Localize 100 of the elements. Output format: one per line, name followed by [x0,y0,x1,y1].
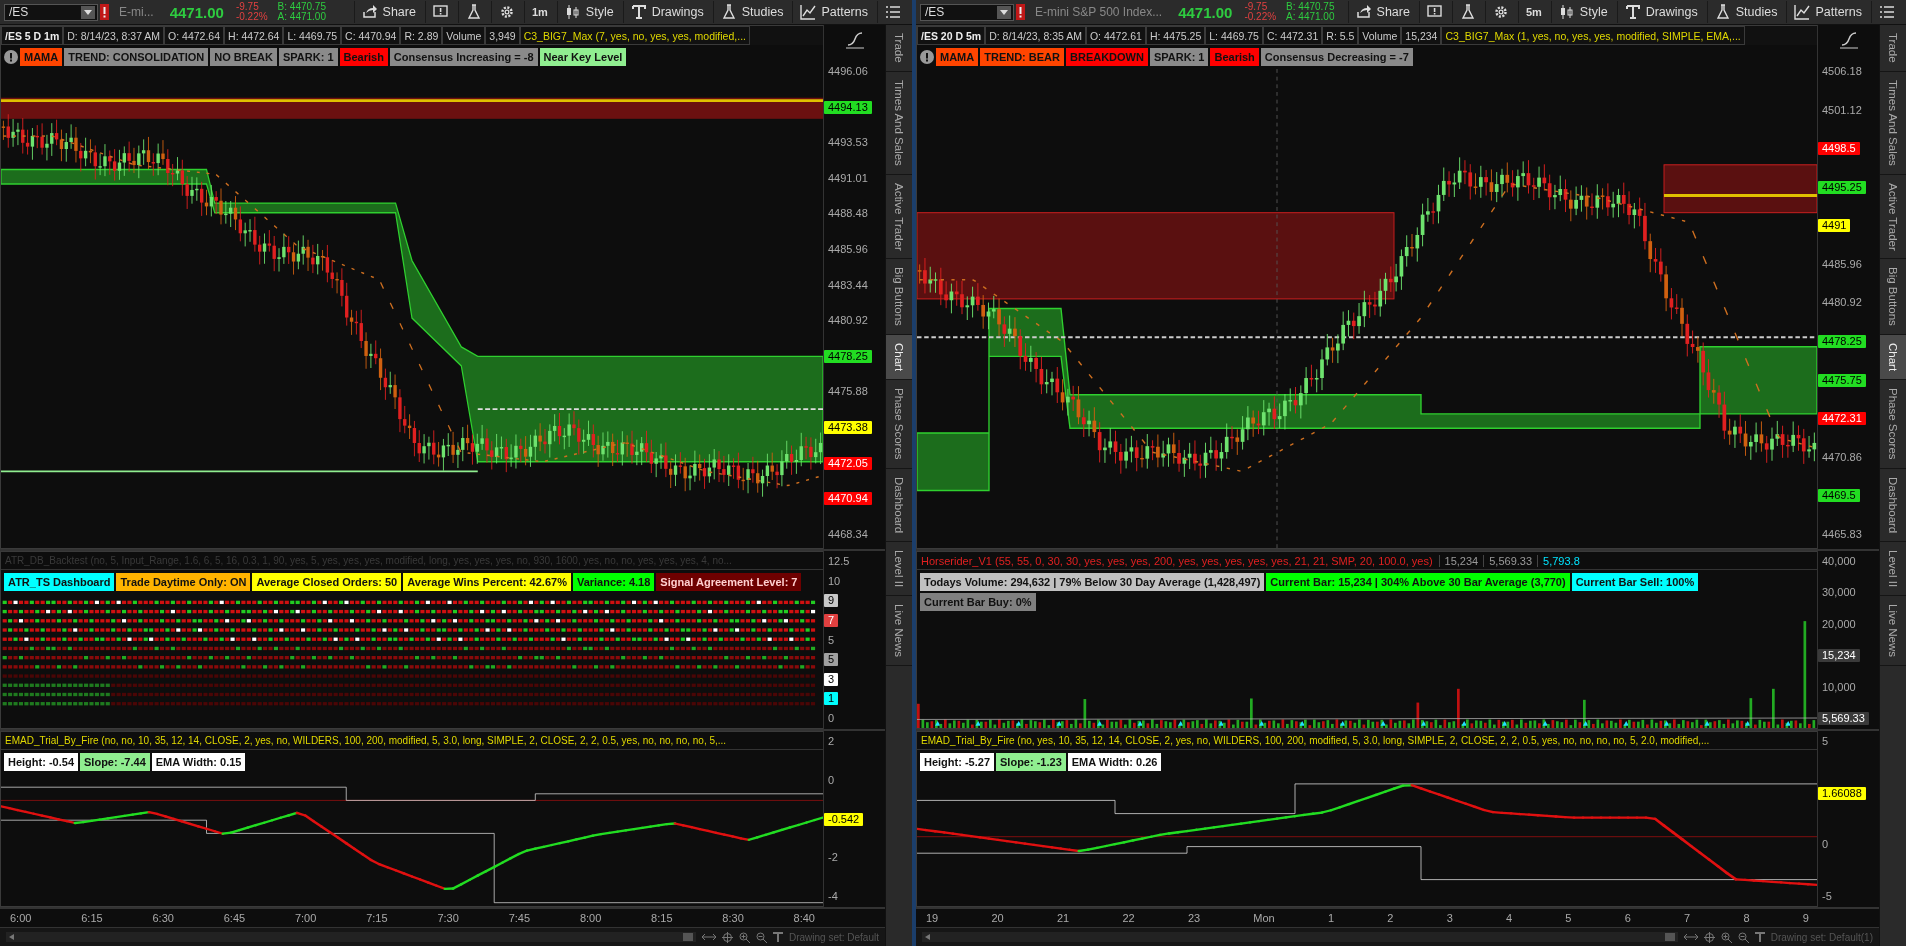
scrollbar-thumb[interactable] [682,933,693,941]
pan-arrows-icon[interactable] [701,932,716,942]
indicator-label: EMA Width: 0.26 [1067,753,1162,771]
text-tool-icon[interactable] [772,932,783,942]
header-cell: H: 4472.64 [224,26,284,45]
axis-label: 4506.18 [1821,65,1863,78]
axis-price-tag: 1 [824,692,839,706]
zoom-out-icon[interactable] [1737,931,1749,943]
time-label: 5 [1565,912,1572,924]
indicator-label: SPARK: 1 [1149,48,1209,66]
time-label: 7 [1684,912,1691,924]
axis-price-tag: 4472.31 [1818,412,1866,426]
settings-icon [1492,4,1509,20]
indicator-label: Average Wins Percent: 42.67% [403,573,571,591]
caret-icon [1000,9,1008,15]
indicator-label: Bearish [339,48,388,66]
indicator-label: ATR_TS Dashboard [4,573,115,591]
axis-price-tag: -0.542 [824,812,864,826]
axis-price-tag: 4469.5 [1818,489,1860,503]
last-price: 4471.00 [168,3,225,21]
header-cell: R: 5.5 [1322,26,1359,45]
crosshair-icon[interactable] [1703,931,1715,943]
study-value: 15,234 [1438,554,1484,567]
axis-price-tag: 4491 [1818,219,1851,233]
axis-label: 10 [827,574,842,588]
indicator-label: Height: -5.27 [920,753,994,771]
axis-price-tag: 9 [824,594,839,608]
indicator-label: Slope: -7.44 [80,753,150,771]
flask-icon [1459,4,1476,20]
indicator-label: Height: -0.54 [4,753,78,771]
percent-change: -0.22% [1244,12,1277,22]
axis-label: 4501.12 [1821,103,1863,117]
study-value: 5,569.33 [1483,554,1538,567]
axis-label: 30,000 [1821,586,1857,600]
sidebar-tab[interactable]: Chart [1880,335,1906,381]
zoom-in-icon[interactable] [1720,931,1732,943]
time-label: 2 [1387,912,1394,924]
alert-icon [4,50,18,64]
ask-price: A: 4471.00 [277,12,326,22]
instrument-description: E-mi... [118,5,155,19]
instrument-description: E-mini S&P 500 Index... [1034,5,1164,19]
symbol-field[interactable]: /ES [920,3,1014,21]
sidebar-tab[interactable]: Chart [886,335,912,381]
zoom-out-icon[interactable] [755,931,767,943]
ask-price: A: 4471.00 [1286,12,1335,22]
share-icon [361,4,378,20]
pan-arrows-icon[interactable] [1683,932,1698,942]
axis-label: -4 [827,890,839,903]
flask-icon [465,4,482,20]
crosshair-icon[interactable] [721,931,733,943]
axis-label: -2 [827,851,839,865]
axis-price-tag: 4470.94 [824,492,872,506]
caret-icon [84,9,92,15]
header-cell: R: 2.89 [400,26,443,45]
axis-price-tag: 4478.25 [1818,335,1866,349]
axis-price-tag: 3 [824,672,839,686]
zoom-in-icon[interactable] [738,931,750,943]
header-cell: D: 8/14/23, 8:35 AM [985,26,1086,45]
time-label: 8 [1743,912,1750,924]
last-price: 4471.00 [1177,3,1234,21]
axis-label: 12.5 [827,555,851,568]
scrollbar[interactable] [922,932,1678,942]
candlestick-icon [564,4,581,20]
time-label: 7:30 [437,912,459,924]
flask-icon [1714,4,1731,20]
time-label: 9 [1802,912,1809,924]
axis-price-tag: 4498.5 [1818,142,1860,156]
axis-label: 20,000 [1821,617,1857,631]
header-cell: Volume [442,26,486,45]
time-label: 8:30 [722,912,744,924]
symbol-field[interactable]: /ES [4,3,98,21]
scrollbar-thumb[interactable] [1664,933,1675,941]
header-cell: C: 4470.94 [341,26,401,45]
axis-label: 2 [827,735,836,748]
bid-price: B: 4470.75 [277,2,326,12]
time-label: 6:45 [223,912,246,924]
indicator-label: Consensus Increasing = -8 [389,48,538,66]
axis-label: 4470.86 [1821,450,1863,464]
time-label: 6:00 [10,912,32,924]
axis-label: 4475.88 [827,385,869,399]
axis-label: 4483.44 [827,278,869,292]
candlestick-icon [1558,4,1575,20]
axis-label: 0 [1821,838,1830,852]
chart-settings-icon[interactable] [844,31,865,49]
header-cell: H: 4475.25 [1145,26,1206,45]
net-change: -9.75 [235,2,260,12]
pattern-chart-icon [800,4,817,20]
time-label: Mon [1253,912,1275,924]
chart-settings-icon[interactable] [1838,31,1859,49]
text-tool-icon[interactable] [1754,932,1765,942]
axis-label: 4485.96 [1821,257,1863,271]
header-cell: C: 4472.31 [1262,26,1323,45]
header-cell: Volume [1358,26,1402,45]
time-label: 23 [1187,912,1201,924]
drawing-set-label: Drawing set: Default [788,931,879,943]
indicator-label: Current Bar: 15,234 | 304% Above 30 Bar Average (3,770) [1266,573,1570,591]
alert-flag-icon [100,4,109,20]
axis-label: 4468.34 [827,527,869,541]
header-cell: 15,234 [1401,26,1442,45]
scrollbar[interactable] [6,932,696,942]
